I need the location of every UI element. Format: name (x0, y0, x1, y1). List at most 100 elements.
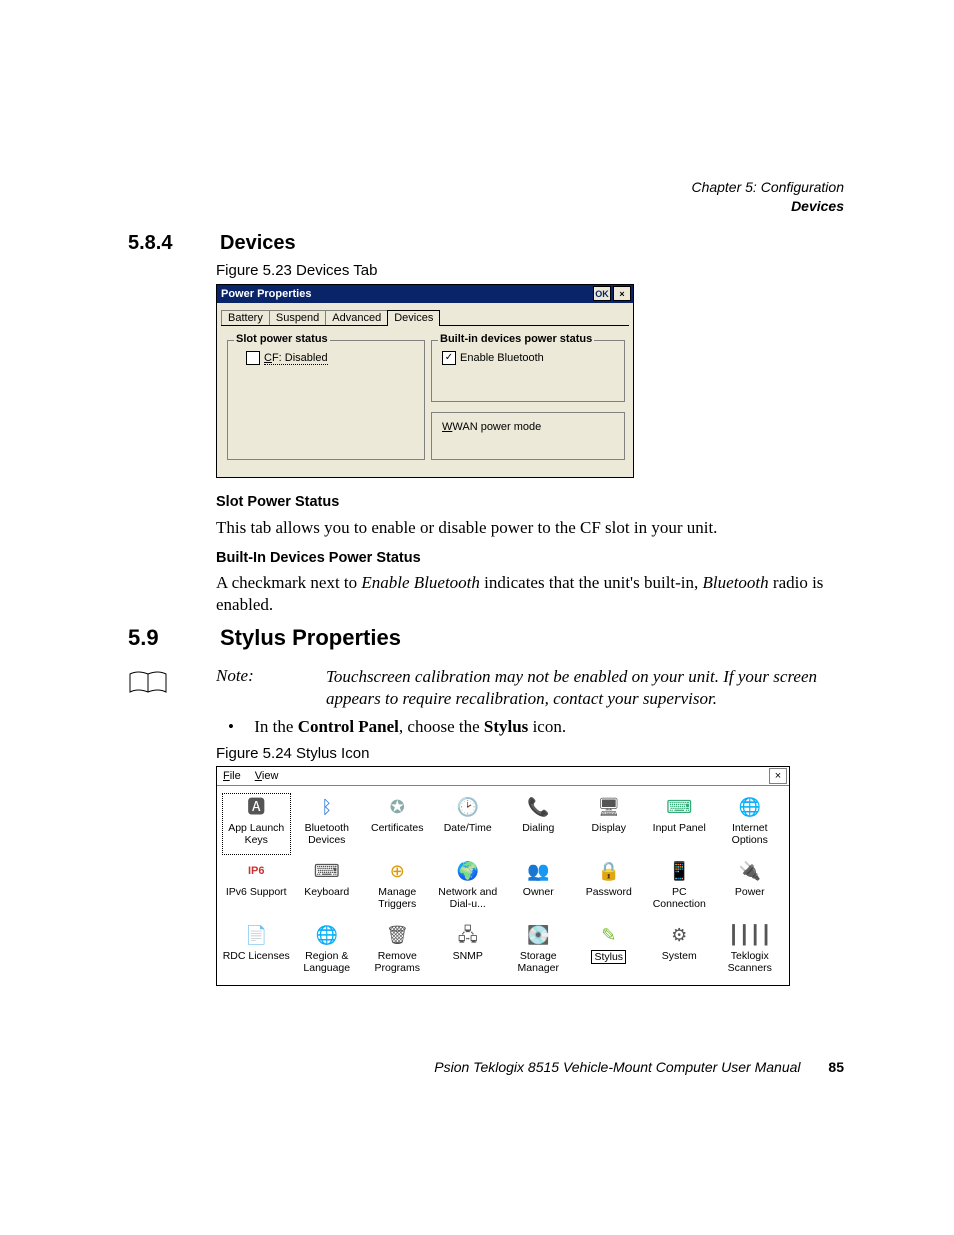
app-icon: 📱 (664, 858, 694, 884)
menu-bar: File View × (217, 767, 789, 786)
paragraph: This tab allows you to enable or disable… (216, 517, 836, 539)
app-icon: 📄 (241, 922, 271, 948)
app-icon: ✎ (594, 922, 624, 948)
app-icon: 🌐 (735, 794, 765, 820)
note-text: Touchscreen calibration may not be enabl… (326, 666, 848, 710)
app-label: Owner (523, 886, 554, 898)
cp-item-system[interactable]: ⚙System (644, 920, 715, 984)
section-title: Stylus Properties (220, 625, 401, 651)
tab-strip: Battery Suspend Advanced Devices (217, 303, 633, 325)
heading-builtin-devices: Built-In Devices Power Status (216, 550, 421, 566)
app-icon: 🌍 (453, 858, 483, 884)
section-number: 5.8.4 (128, 232, 216, 255)
menu-file[interactable]: File (223, 770, 241, 782)
cp-item-rdc-licenses[interactable]: 📄 RDC Licenses (221, 920, 292, 984)
control-panel-window: File View × 🅰App Launch KeysᛒBluetooth D… (216, 766, 790, 986)
app-label: Remove Programs (362, 950, 433, 974)
cp-item-pc-connection[interactable]: 📱PC Connection (644, 856, 715, 920)
cf-disabled-checkbox[interactable]: CF: Disabled (246, 351, 328, 365)
cp-item-dialing[interactable]: 📞 Dialing (503, 792, 574, 856)
app-label: System (662, 950, 697, 962)
menu-view[interactable]: View (255, 770, 279, 782)
app-label: Dialing (522, 822, 554, 834)
cp-item-snmp[interactable]: 🖧 SNMP (433, 920, 504, 984)
app-label: PC Connection (644, 886, 715, 910)
app-icon: ⊕ (382, 858, 412, 884)
group-legend: Slot power status (234, 333, 330, 345)
cp-item-remove-programs[interactable]: 🗑Remove Programs (362, 920, 433, 984)
cp-item-network-and-dial-u-[interactable]: 🌍Network and Dial-u... (433, 856, 504, 920)
enable-bluetooth-checkbox[interactable]: ✓ Enable Bluetooth (442, 351, 544, 365)
cp-item-keyboard[interactable]: ⌨Keyboard (292, 856, 363, 920)
app-label: SNMP (453, 950, 483, 962)
ok-button[interactable]: OK (593, 286, 611, 301)
app-label: Bluetooth Devices (292, 822, 363, 846)
app-icon: ⌨ (664, 794, 694, 820)
app-icon: 🖥 (594, 794, 624, 820)
app-icon: 🅰 (241, 794, 271, 820)
group-builtin-devices: Built-in devices power status ✓ Enable B… (431, 340, 625, 402)
app-icon: ✪ (382, 794, 412, 820)
figure-5-23-caption: Figure 5.23 Devices Tab (216, 262, 377, 279)
app-label: Certificates (371, 822, 424, 834)
heading-slot-power-status: Slot Power Status (216, 494, 339, 510)
app-icon: ᛒ (312, 794, 342, 820)
app-label: Manage Triggers (362, 886, 433, 910)
book-icon (128, 670, 172, 696)
close-button[interactable]: × (613, 286, 631, 301)
cp-item-manage-triggers[interactable]: ⊕Manage Triggers (362, 856, 433, 920)
app-icon: 💽 (523, 922, 553, 948)
app-label: Storage Manager (503, 950, 574, 974)
app-label: Display (592, 822, 626, 834)
app-label: Teklogix Scanners (715, 950, 786, 974)
cp-item-certificates[interactable]: ✪ Certificates (362, 792, 433, 856)
paragraph: A checkmark next to Enable Bluetooth ind… (216, 572, 836, 616)
cp-item-bluetooth-devices[interactable]: ᛒBluetooth Devices (292, 792, 363, 856)
cp-item-ipv6-support[interactable]: IP6 IPv6 Support (221, 856, 292, 920)
running-head-line2: Devices (691, 197, 844, 216)
app-label: IPv6 Support (226, 886, 287, 898)
section-number: 5.9 (128, 625, 216, 651)
cp-item-stylus[interactable]: ✎Stylus (574, 920, 645, 984)
footer-text: Psion Teklogix 8515 Vehicle-Mount Comput… (434, 1059, 800, 1075)
cp-item-password[interactable]: 🔒 Password (574, 856, 645, 920)
app-icon: 🌐 (312, 922, 342, 948)
power-properties-dialog: Power Properties OK × Battery Suspend Ad… (216, 284, 634, 478)
checkbox-checked-icon: ✓ (442, 351, 456, 365)
cp-item-storage-manager[interactable]: 💽Storage Manager (503, 920, 574, 984)
cp-item-owner[interactable]: 👥Owner (503, 856, 574, 920)
tab-suspend[interactable]: Suspend (269, 310, 326, 325)
app-icon: IP6 (241, 858, 271, 884)
cp-item-internet-options[interactable]: 🌐Internet Options (715, 792, 786, 856)
cp-item-display[interactable]: 🖥 Display (574, 792, 645, 856)
app-icon: 🖧 (453, 922, 483, 948)
section-5-9: 5.9 Stylus Properties (128, 625, 401, 651)
page-number: 85 (828, 1059, 844, 1075)
tab-battery[interactable]: Battery (221, 310, 270, 325)
close-button[interactable]: × (769, 768, 787, 784)
note-label: Note: (172, 666, 326, 686)
tab-advanced[interactable]: Advanced (325, 310, 388, 325)
app-icon: 🗑 (382, 922, 412, 948)
app-icon: 🔌 (735, 858, 765, 884)
app-label: Input Panel (653, 822, 706, 834)
cp-item-input-panel[interactable]: ⌨ Input Panel (644, 792, 715, 856)
app-label: Password (586, 886, 632, 898)
cp-item-region-language[interactable]: 🌐Region & Language (292, 920, 363, 984)
app-icon: 🔒 (594, 858, 624, 884)
app-label: RDC Licenses (223, 950, 290, 962)
section-title: Devices (220, 232, 296, 255)
checkbox-icon (246, 351, 260, 365)
app-icon: 📞 (523, 794, 553, 820)
running-head-line1: Chapter 5: Configuration (691, 178, 844, 197)
running-head: Chapter 5: Configuration Devices (691, 178, 844, 216)
bullet-item: • In the Control Panel, choose the Stylu… (228, 717, 566, 737)
tab-devices[interactable]: Devices (387, 310, 440, 326)
page-footer: Psion Teklogix 8515 Vehicle-Mount Comput… (130, 1059, 844, 1075)
cp-item-teklogix-scanners[interactable]: ┃┃┃┃Teklogix Scanners (715, 920, 786, 984)
app-label: Date/Time (444, 822, 492, 834)
cp-item-power[interactable]: 🔌Power (715, 856, 786, 920)
app-label: Network and Dial-u... (433, 886, 504, 910)
cp-item-date-time[interactable]: 🕑Date/Time (433, 792, 504, 856)
cp-item-app-launch-keys[interactable]: 🅰App Launch Keys (221, 792, 292, 856)
